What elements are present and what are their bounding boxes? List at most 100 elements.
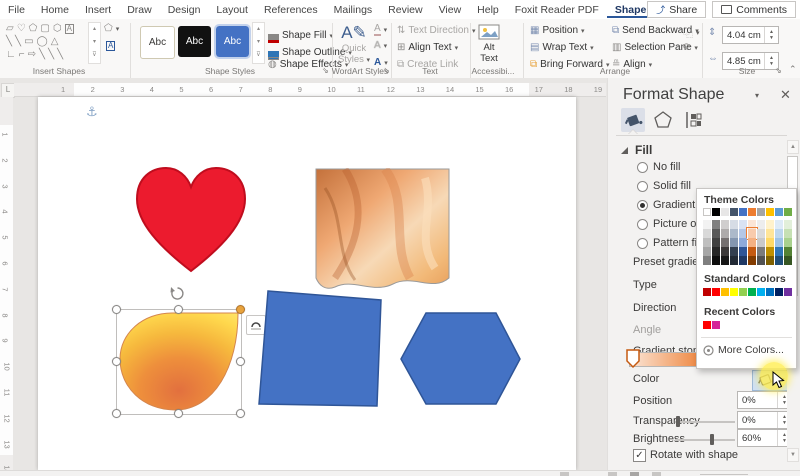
theme-variant-swatch[interactable] (766, 220, 774, 229)
tab-fill-line[interactable] (621, 108, 645, 132)
radio-label-no-fill[interactable]: No fill (653, 161, 681, 173)
radio-pattern-fill[interactable] (637, 238, 648, 249)
standard-swatch[interactable] (721, 288, 729, 296)
selection-pane-button[interactable]: ▥ Selection Pane (612, 42, 692, 53)
canyon-picture[interactable] (315, 168, 451, 295)
radio-solid-fill[interactable] (637, 181, 648, 192)
theme-variant-swatch[interactable] (712, 220, 720, 229)
shape-gallery-item[interactable]: ⬠ (29, 23, 38, 34)
resize-handle-n[interactable] (174, 305, 183, 314)
theme-swatch[interactable] (721, 208, 729, 216)
theme-variant-swatch[interactable] (721, 220, 729, 229)
theme-variant-swatch[interactable] (748, 238, 756, 247)
brightness-slider-thumb[interactable] (709, 434, 714, 445)
text-direction-button[interactable]: ⇅ Text Direction ▾ (397, 25, 475, 36)
alt-text-button[interactable]: Alt Text (478, 24, 500, 64)
theme-variant-swatch[interactable] (730, 256, 738, 265)
theme-swatch[interactable] (748, 208, 756, 216)
theme-variant-swatch[interactable] (721, 229, 729, 238)
shape-gallery-scroll[interactable]: ▴ ▾ ⊽ (88, 22, 101, 64)
tab-home[interactable]: Home (33, 2, 77, 18)
radio-label-solid-fill[interactable]: Solid fill (653, 180, 691, 192)
shape-gallery-item[interactable]: ▢ (40, 23, 49, 34)
read-mode-icon[interactable] (608, 472, 617, 476)
focus-mode-icon[interactable] (560, 472, 569, 476)
brightness-spinner[interactable]: 60% ▲ ▼ (737, 429, 792, 447)
tab-insert[interactable]: Insert (77, 2, 119, 18)
fill-section-header[interactable]: Fill (635, 143, 652, 157)
shape-style-blue-selected[interactable]: Abc (214, 24, 251, 59)
adjust-handle[interactable] (236, 305, 245, 314)
theme-variant-swatch[interactable] (746, 227, 758, 240)
more-colors-item[interactable]: More Colors... (703, 344, 784, 356)
heart-shape[interactable] (130, 161, 253, 279)
tab-mailings[interactable]: Mailings (326, 2, 381, 18)
blue-freeform-shape[interactable] (255, 287, 385, 410)
text-fill-button[interactable]: A ▾ (374, 23, 387, 36)
shape-gallery-item[interactable]: ⌐ (19, 49, 25, 60)
standard-swatch[interactable] (730, 288, 738, 296)
radio-gradient-fill[interactable] (637, 200, 648, 211)
shape-gallery-item[interactable]: ♡ (17, 23, 26, 34)
standard-swatch[interactable] (757, 288, 765, 296)
theme-variant-swatch[interactable] (775, 229, 783, 238)
transparency-spinner[interactable]: 0% ▲ ▼ (737, 411, 792, 429)
shape-gallery-item[interactable]: ╲ (15, 36, 21, 47)
shape-gallery-item[interactable]: ▱ (6, 23, 14, 34)
tab-layout-properties[interactable] (683, 110, 703, 133)
rotate-with-shape-checkbox[interactable]: ✓ (633, 449, 646, 462)
transparency-slider-thumb[interactable] (676, 416, 680, 427)
theme-variant-swatch[interactable] (784, 229, 792, 238)
theme-variant-swatch[interactable] (748, 247, 756, 256)
theme-variant-swatch[interactable] (703, 229, 711, 238)
quick-styles-button[interactable]: A✎ Quick Styles ▾ (338, 23, 370, 65)
theme-variant-swatch[interactable] (784, 247, 792, 256)
standard-swatch[interactable] (784, 288, 792, 296)
position-button[interactable]: ▦ Position ▾ (530, 25, 585, 36)
theme-variant-swatch[interactable] (784, 220, 792, 229)
zoom-slider[interactable] (700, 474, 748, 475)
tab-foxit-reader-pdf[interactable]: Foxit Reader PDF (507, 2, 607, 18)
standard-swatch[interactable] (739, 288, 747, 296)
tab-selector[interactable]: L (1, 83, 15, 98)
standard-swatch[interactable] (775, 288, 783, 296)
size-dialog-launcher[interactable]: ⇘ (775, 66, 782, 75)
theme-variant-swatch[interactable] (712, 229, 720, 238)
tab-design[interactable]: Design (160, 2, 209, 18)
standard-swatch[interactable] (712, 288, 720, 296)
theme-swatch[interactable] (712, 208, 720, 216)
shape-height-steppers[interactable]: ▲ ▼ (764, 27, 778, 43)
theme-variant-swatch[interactable] (775, 220, 783, 229)
tab-layout[interactable]: Layout (208, 2, 256, 18)
tab-effects[interactable] (653, 110, 673, 133)
theme-swatch[interactable] (775, 208, 783, 216)
web-layout-icon[interactable] (652, 472, 661, 476)
theme-variant-swatch[interactable] (757, 229, 765, 238)
theme-variant-swatch[interactable] (703, 256, 711, 265)
tab-file[interactable]: File (0, 2, 33, 18)
theme-variant-swatch[interactable] (712, 256, 720, 265)
theme-variant-swatch[interactable] (730, 247, 738, 256)
group-objects-button[interactable]: ⿻ ▾ (683, 25, 700, 40)
theme-variant-swatch[interactable] (775, 247, 783, 256)
theme-swatch[interactable] (703, 208, 711, 216)
theme-variant-swatch[interactable] (748, 220, 756, 229)
shape-gallery-item[interactable]: △ (51, 36, 59, 47)
theme-variant-swatch[interactable] (739, 220, 747, 229)
horizontal-ruler[interactable]: 1 2 3 4 5 6 7 8 9 10 11 12 13 14 15 16 17 18 19 (14, 83, 606, 97)
theme-variant-swatch[interactable] (739, 229, 747, 238)
shape-gallery-item[interactable]: ╲ (39, 49, 45, 60)
panel-menu-caret[interactable]: ▾ (755, 91, 759, 100)
brightness-slider[interactable] (675, 439, 735, 441)
print-layout-icon[interactable] (630, 472, 639, 476)
theme-variant-swatch[interactable] (703, 220, 711, 229)
text-outline-button[interactable]: A ▾ (374, 40, 387, 51)
shape-gallery-item[interactable]: ▭ (24, 36, 33, 47)
standard-swatch[interactable] (766, 288, 774, 296)
radio-no-fill[interactable] (637, 162, 648, 173)
scroll-up-arrow[interactable]: ▲ (787, 140, 799, 154)
resize-handle-sw[interactable] (112, 409, 121, 418)
theme-variant-swatch[interactable] (739, 256, 747, 265)
recent-swatch[interactable] (703, 321, 711, 329)
shape-gallery-item[interactable]: ∟ (6, 49, 16, 60)
